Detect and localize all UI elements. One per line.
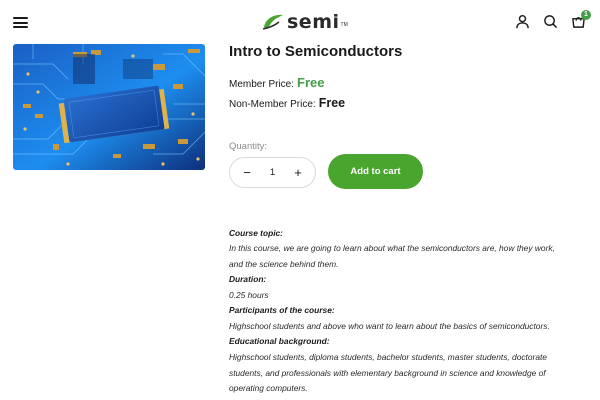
education-text: operating computers.	[229, 383, 308, 393]
semi-leaf-icon	[262, 14, 283, 30]
member-price-row: Member Price: Free	[229, 75, 325, 90]
cart-count-badge: 1	[581, 10, 591, 20]
product-title: Intro to Semiconductors	[229, 43, 403, 60]
participants-heading: Participants of the course:	[229, 305, 335, 315]
hamburger-menu-icon[interactable]	[13, 17, 28, 28]
member-price-value: Free	[297, 75, 325, 90]
logo-text: semi	[287, 11, 340, 33]
logo-trademark: TM	[340, 22, 348, 28]
add-to-cart-button[interactable]: Add to cart	[328, 154, 423, 189]
increase-quantity-button[interactable]: +	[283, 158, 313, 187]
education-heading: Educational background:	[229, 336, 330, 346]
account-icon[interactable]	[515, 14, 531, 30]
product-image	[13, 44, 205, 170]
non-member-price-row: Non-Member Price: Free	[229, 96, 346, 110]
course-topic-text: and the science behind them.	[229, 259, 339, 269]
duration-heading: Duration:	[229, 274, 267, 284]
non-member-price-value: Free	[318, 96, 346, 110]
quantity-label: Quantity:	[229, 141, 268, 152]
quantity-stepper: − 1 +	[229, 157, 316, 188]
decrease-quantity-button[interactable]: −	[232, 158, 262, 187]
cart-button[interactable]: 1	[571, 10, 591, 30]
duration-value: 0.25 hours	[229, 290, 269, 300]
non-member-price-label: Non-Member Price	[229, 99, 313, 110]
participants-text: Highschool students and above who want t…	[229, 321, 550, 331]
site-header: semi TM 1	[0, 0, 600, 44]
education-text: Highschool students, diploma students, b…	[229, 352, 547, 362]
member-price-label: Member Price	[229, 79, 292, 90]
education-text: students, and professionals with element…	[229, 368, 546, 378]
course-topic-heading: Course topic:	[229, 228, 283, 238]
site-logo[interactable]: semi TM	[262, 11, 348, 33]
quantity-input[interactable]: 1	[260, 158, 285, 187]
course-topic-text: In this course, we are going to learn ab…	[229, 243, 555, 253]
search-icon[interactable]	[543, 14, 559, 30]
